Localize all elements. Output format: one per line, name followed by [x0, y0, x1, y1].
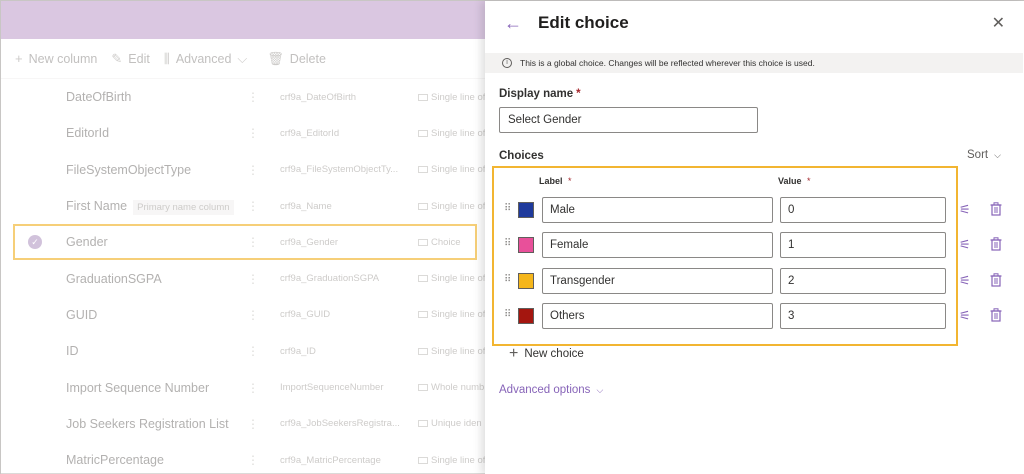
- back-arrow-icon[interactable]: ←: [504, 13, 524, 34]
- color-swatch[interactable]: [518, 308, 534, 324]
- trash-icon[interactable]: [990, 202, 1004, 219]
- value-column-header: Value *: [778, 176, 811, 186]
- sort-button[interactable]: Sort ⌵: [967, 149, 1001, 161]
- settings-sliders-icon[interactable]: ⚟: [959, 273, 973, 289]
- drag-handle-icon[interactable]: ⠿: [504, 274, 512, 285]
- color-swatch[interactable]: [518, 202, 534, 218]
- color-swatch[interactable]: [518, 273, 534, 289]
- settings-sliders-icon[interactable]: ⚟: [959, 202, 973, 218]
- choice-label-input[interactable]: Male: [542, 197, 773, 223]
- trash-icon[interactable]: [990, 273, 1004, 290]
- display-name-input[interactable]: Select Gender: [499, 107, 758, 133]
- choice-row: ⠿ Others 3 ⚟: [1, 303, 1002, 329]
- choices-label: Choices: [499, 150, 544, 162]
- trash-icon[interactable]: [990, 308, 1004, 325]
- choice-row: ⠿ Transgender 2 ⚟: [1, 268, 1002, 294]
- drag-handle-icon[interactable]: ⠿: [504, 203, 512, 214]
- choice-value-input[interactable]: 2: [780, 268, 946, 294]
- chevron-down-icon: ⌵: [994, 149, 1001, 160]
- choice-label-input[interactable]: Female: [542, 232, 773, 258]
- choice-value-input[interactable]: 3: [780, 303, 946, 329]
- color-swatch[interactable]: [518, 237, 534, 253]
- plus-icon: +: [509, 345, 519, 362]
- panel-header: ← Edit choice: [485, 1, 1024, 45]
- drag-handle-icon[interactable]: ⠿: [504, 309, 512, 320]
- info-icon: i: [502, 58, 512, 68]
- new-choice-button[interactable]: + New choice: [509, 345, 584, 363]
- display-name-label: Display name *: [499, 88, 581, 100]
- choice-label-input[interactable]: Others: [542, 303, 773, 329]
- drag-handle-icon[interactable]: ⠿: [504, 238, 512, 249]
- panel-title: Edit choice: [538, 13, 629, 32]
- choice-value-input[interactable]: 0: [780, 197, 946, 223]
- advanced-options-toggle[interactable]: Advanced options ⌵: [499, 384, 603, 396]
- choice-label-input[interactable]: Transgender: [542, 268, 773, 294]
- info-message-bar: i This is a global choice. Changes will …: [485, 53, 1023, 73]
- label-column-header: Label *: [539, 176, 572, 186]
- choice-value-input[interactable]: 1: [780, 232, 946, 258]
- chevron-down-icon: ⌵: [596, 384, 604, 395]
- settings-sliders-icon[interactable]: ⚟: [959, 308, 973, 324]
- choice-row: ⠿ Female 1 ⚟: [1, 232, 1002, 258]
- close-icon[interactable]: ✕: [992, 13, 1005, 33]
- trash-icon[interactable]: [990, 237, 1004, 254]
- choice-row: ⠿ Male 0 ⚟: [1, 197, 1002, 223]
- settings-sliders-icon[interactable]: ⚟: [959, 237, 973, 253]
